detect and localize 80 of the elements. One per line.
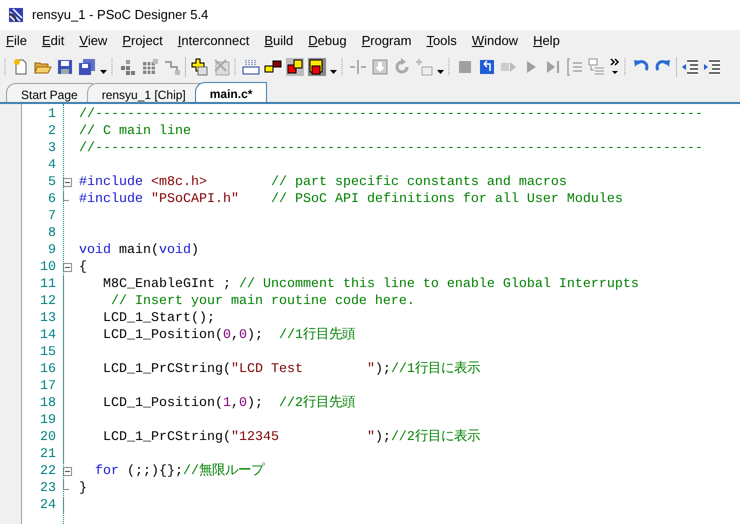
code-line: //---------------------------------------------------------------------------- [79, 106, 703, 123]
line-number: 20 [39, 429, 56, 446]
code-line: // Insert your main routine code here. [110, 293, 415, 310]
code-line: // C main line [79, 123, 191, 140]
indent-icon[interactable] [703, 58, 721, 76]
save-all-icon[interactable] [78, 58, 96, 76]
line-number: 9 [47, 242, 56, 259]
line-number: 22 [39, 463, 56, 480]
line-number: 8 [47, 225, 56, 242]
line-number: 7 [47, 208, 56, 225]
menu-item[interactable]: File [6, 31, 27, 51]
overflow-chevron-icon[interactable] [610, 57, 620, 77]
line-number: 24 [39, 497, 56, 514]
line-number: 14 [39, 327, 56, 344]
menu-item[interactable]: Build [264, 31, 294, 51]
line-number: 2 [47, 123, 56, 140]
code-line: { [79, 259, 87, 276]
add-module-icon[interactable] [190, 58, 208, 76]
collapse-icon[interactable] [63, 178, 72, 187]
menu-item[interactable]: Debug [308, 31, 347, 51]
line-number: 13 [39, 310, 56, 327]
collapse-icon[interactable] [63, 467, 72, 476]
line-number: 23 [39, 480, 56, 497]
line-number: 16 [39, 361, 56, 378]
tab[interactable]: main.c* [194, 82, 268, 102]
line-number: 10 [39, 259, 56, 276]
menu-item[interactable]: Tools [426, 31, 457, 51]
menu-item[interactable]: Window [472, 31, 518, 51]
code-line: M8C_EnableGInt ; // Uncomment this line to enable Global Interrupts [102, 276, 639, 293]
menu-item[interactable]: Edit [42, 31, 64, 51]
split-icon[interactable] [349, 58, 367, 76]
collapse-icon[interactable] [63, 263, 72, 272]
toolbar-grip-icon[interactable] [4, 56, 8, 78]
menu-item[interactable]: Program [362, 31, 412, 51]
blocks-icon[interactable] [308, 58, 326, 76]
line-number: 17 [39, 378, 56, 395]
line-number: 5 [47, 174, 56, 191]
line-number: 1 [47, 106, 56, 123]
refresh-icon[interactable] [393, 58, 411, 76]
line-number: 19 [39, 412, 56, 429]
menu-item[interactable]: Help [533, 31, 560, 51]
code-line: LCD_1_Start(); [102, 310, 215, 327]
menu-item[interactable]: Interconnect [178, 31, 250, 51]
tab[interactable]: Start Page [6, 83, 93, 102]
code-line: LCD_1_PrCString("12345 ");//2行目に表示 [102, 429, 480, 446]
code-line: LCD_1_Position(1,0); //2行目先頭 [102, 395, 355, 412]
line-number: 12 [39, 293, 56, 310]
toolbar-grip-icon[interactable] [111, 56, 115, 78]
menu-item[interactable]: Project [122, 31, 163, 51]
toolbar-grip-icon[interactable] [448, 56, 452, 78]
line-number: 3 [47, 140, 56, 157]
menu-item[interactable]: View [79, 31, 108, 51]
line-number: 6 [47, 191, 56, 208]
line-number: 11 [39, 276, 56, 293]
save-icon[interactable] [56, 58, 74, 76]
code-line: #include <m8c.h> // part specific constants and macros [79, 174, 567, 191]
app-icon [8, 7, 24, 23]
tab[interactable]: rensyu_1 [Chip] [86, 83, 201, 102]
code-line: //---------------------------------------------------------------------------- [79, 140, 703, 157]
code-line: LCD_1_PrCString("LCD Test ");//1行目に表示 [102, 361, 480, 378]
code-line: void main(void) [79, 242, 199, 259]
step-icon[interactable] [544, 58, 562, 76]
blocks-icon[interactable] [286, 58, 304, 76]
toolbar-grip-icon[interactable] [341, 56, 345, 78]
code-line: } [79, 480, 87, 497]
line-number: 15 [39, 344, 56, 361]
code-line: for (;;){};//無限ループ [94, 463, 264, 480]
code-line: LCD_1_Position(0,0); //1行目先頭 [102, 327, 355, 344]
step-back-icon[interactable] [478, 58, 496, 76]
outdent-icon[interactable] [681, 58, 699, 76]
download-icon[interactable] [371, 58, 389, 76]
line-number: 18 [39, 395, 56, 412]
line-number: 21 [39, 446, 56, 463]
fold-line-marker [63, 497, 65, 514]
line-number: 4 [47, 157, 56, 174]
toolbar-grip-icon[interactable] [234, 56, 238, 78]
toolbar-grip-icon[interactable] [624, 56, 628, 78]
window-title: rensyu_1 - PSoC Designer 5.4 [32, 6, 208, 24]
code-line: #include "PSoCAPI.h" // PSoC API definitions for all User Modules [79, 191, 623, 208]
list-icon[interactable] [566, 58, 584, 76]
